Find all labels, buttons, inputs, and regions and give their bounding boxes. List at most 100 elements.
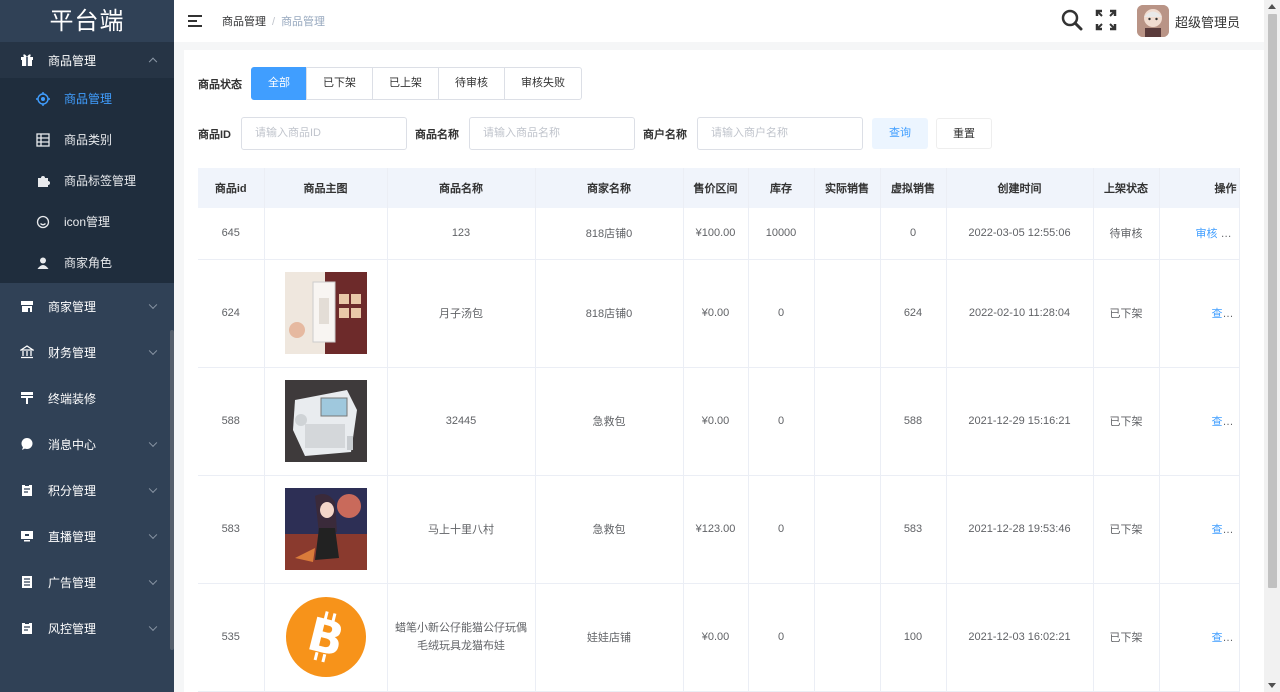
cell-created: 2022-02-10 11:28:04 xyxy=(946,259,1094,368)
cell-id: 583 xyxy=(198,475,265,584)
page-scrollbar[interactable] xyxy=(1264,0,1280,692)
scroll-down-icon[interactable] xyxy=(1268,683,1276,688)
query-button[interactable]: 查询 xyxy=(872,118,928,149)
chevron-down-icon xyxy=(148,622,158,632)
sidebar-item-label: icon管理 xyxy=(64,215,111,229)
view-link[interactable]: 查看 xyxy=(1212,416,1234,428)
sidebar-item-terminal-decor[interactable]: 终端装修 xyxy=(0,375,174,421)
sidebar-item-merchant[interactable]: 商家管理 xyxy=(0,283,174,329)
list-icon xyxy=(20,575,34,589)
product-image: B xyxy=(284,596,367,678)
sidebar-item-icon-manage[interactable]: icon管理 xyxy=(0,201,174,242)
view-link[interactable]: 查看 xyxy=(1212,524,1234,536)
column-header: 商品名称 xyxy=(387,168,536,208)
search-icon[interactable] xyxy=(1061,9,1083,34)
status-option-offline[interactable]: 已下架 xyxy=(306,67,373,100)
sidebar-item-goods-category[interactable]: 商品类别 xyxy=(0,119,174,160)
status-option-online[interactable]: 已上架 xyxy=(372,67,439,100)
status-option-all[interactable]: 全部 xyxy=(251,67,307,100)
chevron-up-icon xyxy=(148,57,158,67)
username[interactable]: 超级管理员 xyxy=(1175,12,1240,31)
sidebar-item-live[interactable]: 直播管理 xyxy=(0,513,174,559)
monitor-icon xyxy=(20,529,34,543)
target-icon xyxy=(36,91,50,106)
reset-button[interactable]: 重置 xyxy=(936,118,992,149)
table-row: 624 月子汤包 818店铺0 ¥0.00 0 624 2022-02-10 1… xyxy=(198,259,1240,368)
avatar[interactable] xyxy=(1136,5,1169,37)
goods-id-label: 商品ID xyxy=(198,128,231,141)
chevron-down-icon xyxy=(148,530,158,540)
menu-toggle-icon[interactable] xyxy=(188,15,202,27)
goods-table: 商品id 商品主图 商品名称 商家名称 售价区间 库存 实际销售 虚拟销售 创建… xyxy=(198,168,1240,692)
sidebar-item-label: 终端装修 xyxy=(48,391,97,406)
clipboard-icon xyxy=(20,621,34,635)
breadcrumb-current: 商品管理 xyxy=(281,16,326,28)
cell-merchant: 急救包 xyxy=(535,367,684,476)
table-row: 588 32445 急救包 ¥0.00 0 588 2021-12-29 15:… xyxy=(198,367,1240,476)
merchant-name-input[interactable]: 请输入商户名称 xyxy=(697,117,863,150)
cell-created: 2021-12-03 16:02:21 xyxy=(946,583,1094,692)
cell-actual-sales xyxy=(814,208,881,260)
puzzle-icon xyxy=(36,174,50,188)
breadcrumb-item[interactable]: 商品管理 xyxy=(222,16,266,28)
cell-status: 待审核 xyxy=(1093,208,1160,260)
status-filter-label: 商品状态 xyxy=(198,78,242,91)
cell-actions: 查看 xyxy=(1159,259,1240,368)
grid-icon xyxy=(36,132,50,147)
cell-virtual-sales: 100 xyxy=(880,583,947,692)
cell-image: B xyxy=(264,583,388,692)
scroll-up-icon[interactable] xyxy=(1268,4,1276,9)
cell-price: ¥123.00 xyxy=(683,475,749,584)
column-header: 虚拟销售 xyxy=(880,168,947,208)
scrollbar-thumb[interactable] xyxy=(1268,14,1277,588)
store-icon xyxy=(20,299,34,313)
cell-actual-sales xyxy=(814,367,881,476)
sidebar-item-label: 商家管理 xyxy=(48,299,97,314)
sidebar-item-label: 商品管理 xyxy=(64,92,113,106)
cell-name: 马上十里八村 xyxy=(387,475,536,584)
cell-id: 624 xyxy=(198,259,265,368)
goods-id-input[interactable]: 请输入商品ID xyxy=(241,117,407,150)
cell-status: 已下架 xyxy=(1093,367,1160,476)
sidebar-item-messages[interactable]: 消息中心 xyxy=(0,421,174,467)
cell-created: 2021-12-28 19:53:46 xyxy=(946,475,1094,584)
cell-id: 588 xyxy=(198,367,265,476)
sidebar-item-finance[interactable]: 财务管理 xyxy=(0,329,174,375)
cell-actual-sales xyxy=(814,583,881,692)
sidebar-item-points[interactable]: 积分管理 xyxy=(0,467,174,513)
status-option-pending[interactable]: 待审核 xyxy=(438,67,505,100)
cell-price: ¥0.00 xyxy=(683,367,749,476)
cell-name: 蜡笔小新公仔能猫公仔玩偶毛绒玩具龙猫布娃 xyxy=(387,583,536,692)
sidebar-group-goods[interactable]: 商品管理 xyxy=(0,42,174,78)
table-header-row: 商品id 商品主图 商品名称 商家名称 售价区间 库存 实际销售 虚拟销售 创建… xyxy=(198,168,1240,208)
sidebar-item-label: 商家角色 xyxy=(64,256,113,270)
cell-virtual-sales: 624 xyxy=(880,259,947,368)
sidebar: 平台端 商品管理 商品管理 商品类别 商品标签管理 icon管理 商家角色 商家… xyxy=(0,0,174,692)
sidebar-item-ads[interactable]: 广告管理 xyxy=(0,559,174,605)
cell-status: 已下架 xyxy=(1093,259,1160,368)
view-link[interactable]: 查看 xyxy=(1212,632,1234,644)
sidebar-item-label: 直播管理 xyxy=(48,529,97,544)
status-option-failed[interactable]: 审核失败 xyxy=(504,67,582,100)
cell-actions: 查看 xyxy=(1159,475,1240,584)
sidebar-item-merchant-role[interactable]: 商家角色 xyxy=(0,242,174,283)
sidebar-item-label: 商品类别 xyxy=(64,133,113,147)
cell-price: ¥100.00 xyxy=(683,208,749,260)
bank-icon xyxy=(20,345,34,359)
cell-actions: 审核 查看 xyxy=(1159,208,1240,260)
view-link[interactable]: 查看 xyxy=(1212,308,1234,320)
review-link[interactable]: 审核 xyxy=(1196,228,1218,240)
cell-image xyxy=(264,367,388,476)
sidebar-item-risk[interactable]: 风控管理 xyxy=(0,605,174,651)
view-link[interactable]: 查看 xyxy=(1227,228,1238,240)
fullscreen-icon[interactable] xyxy=(1095,9,1117,34)
sidebar-item-label: 积分管理 xyxy=(48,483,97,498)
user-icon xyxy=(36,256,50,270)
sidebar-item-goods-tags[interactable]: 商品标签管理 xyxy=(0,160,174,201)
sidebar-item-goods-manage[interactable]: 商品管理 xyxy=(0,78,174,119)
cell-created: 2022-03-05 12:55:06 xyxy=(946,208,1094,260)
chevron-down-icon xyxy=(148,576,158,586)
cell-stock: 0 xyxy=(748,583,815,692)
goods-name-input[interactable]: 请输入商品名称 xyxy=(469,117,635,150)
cell-merchant: 818店铺0 xyxy=(535,208,684,260)
